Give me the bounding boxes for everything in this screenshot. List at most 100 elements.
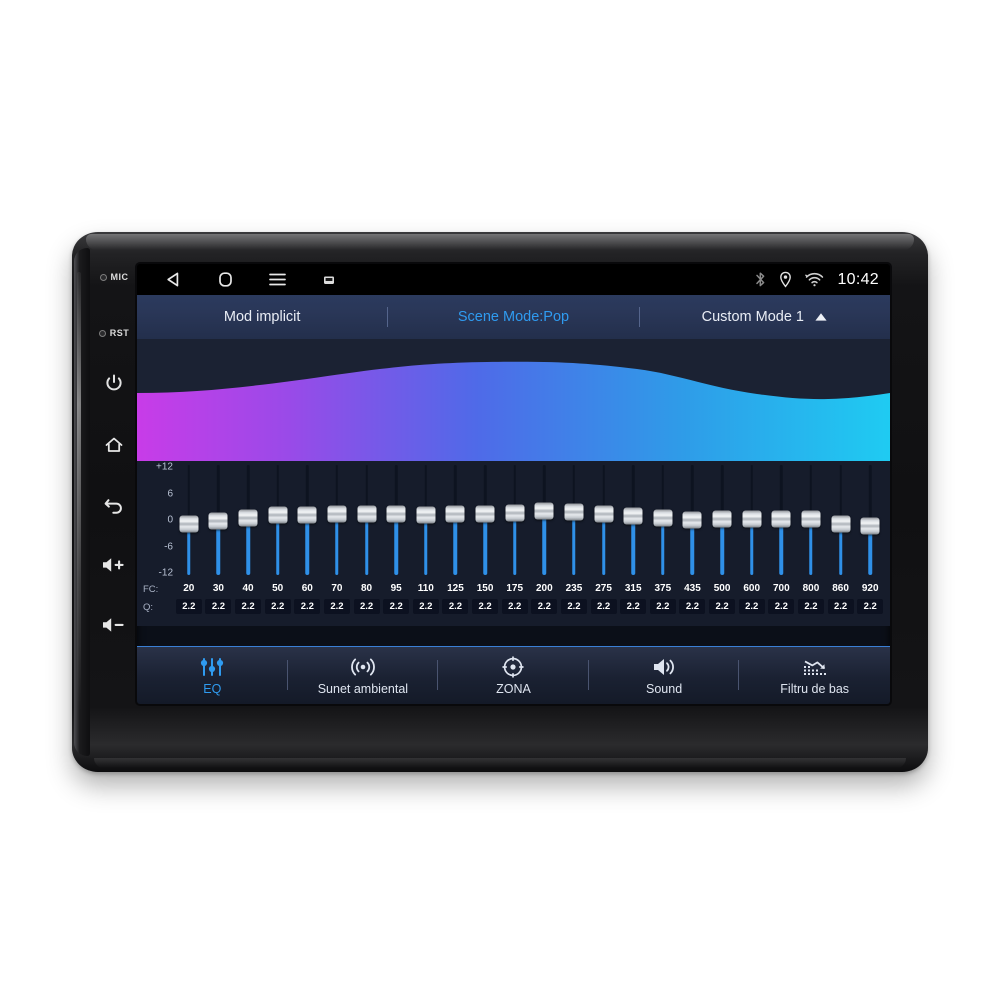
slider-thumb[interactable] [564, 503, 584, 521]
slider-thumb[interactable] [297, 506, 317, 524]
band-q-value[interactable]: 2.2 [264, 599, 291, 614]
band-q-value[interactable]: 2.2 [205, 599, 232, 614]
bottom-tab-bar[interactable]: EQ Sunet ambiental ZONA Sound Filtru de … [137, 646, 890, 704]
band-q-value[interactable]: 2.2 [827, 599, 854, 614]
reset-button[interactable]: RST [92, 324, 136, 342]
slider-thumb[interactable] [238, 509, 258, 527]
band-q-value[interactable]: 2.2 [560, 599, 587, 614]
band-q-value[interactable]: 2.2 [353, 599, 380, 614]
custom-mode-button[interactable]: Custom Mode 1 [640, 295, 890, 339]
volume-up-button[interactable] [92, 554, 136, 576]
band-frequency-value[interactable]: 70 [324, 583, 350, 594]
band-frequency-value[interactable]: 95 [383, 583, 409, 594]
slider-thumb[interactable] [268, 506, 288, 524]
band-frequency-value[interactable]: 175 [502, 583, 528, 594]
band-q-value[interactable]: 2.2 [383, 599, 410, 614]
nav-menu-button[interactable] [251, 264, 303, 295]
slider-thumb[interactable] [860, 517, 880, 535]
slider-thumb[interactable] [653, 509, 673, 527]
tab-zona[interactable]: ZONA [438, 647, 589, 704]
sound-mode-bar: Mod implicit Scene Mode:Pop Custom Mode … [137, 295, 890, 340]
band-frequency-value[interactable]: 315 [620, 583, 646, 594]
band-frequency-value[interactable]: 60 [294, 583, 320, 594]
home-button[interactable] [92, 434, 136, 456]
band-frequency-value[interactable]: 500 [709, 583, 735, 594]
band-frequency-value[interactable]: 125 [442, 583, 468, 594]
band-q-value[interactable]: 2.2 [857, 599, 884, 614]
band-q-value[interactable]: 2.2 [768, 599, 795, 614]
band-q-value[interactable]: 2.2 [501, 599, 528, 614]
band-frequency-value[interactable]: 40 [235, 583, 261, 594]
band-frequency-value[interactable]: 600 [739, 583, 765, 594]
band-frequency-value[interactable]: 110 [413, 583, 439, 594]
touchscreen[interactable]: 10:42 Mod implicit Scene Mode:Pop Custom… [137, 264, 890, 704]
slider-thumb[interactable] [623, 507, 643, 525]
slider-thumb[interactable] [357, 505, 377, 523]
nav-screenshot-button[interactable] [303, 264, 355, 295]
equalizer-panel[interactable]: +12 6 0 -6 -12 FC: 20 30 40 50 60 70 80 95 110 125 150… [137, 461, 890, 626]
band-frequency-value[interactable]: 800 [798, 583, 824, 594]
band-frequency-value[interactable]: 235 [561, 583, 587, 594]
slider-thumb[interactable] [534, 502, 554, 520]
band-frequency-value[interactable]: 30 [205, 583, 231, 594]
volume-down-button[interactable] [92, 614, 136, 636]
caret-up-icon[interactable] [814, 312, 828, 322]
tab-eq[interactable]: EQ [137, 647, 288, 704]
slider-thumb[interactable] [831, 515, 851, 533]
slider-thumb[interactable] [327, 505, 347, 523]
band-q-value[interactable]: 2.2 [235, 599, 262, 614]
slider-thumb[interactable] [771, 510, 791, 528]
band-q-value[interactable]: 2.2 [175, 599, 202, 614]
band-q-value[interactable]: 2.2 [797, 599, 824, 614]
slider-thumb[interactable] [682, 511, 702, 529]
band-frequency-value[interactable]: 860 [828, 583, 854, 594]
band-frequency-value[interactable]: 700 [768, 583, 794, 594]
slider-thumb[interactable] [208, 512, 228, 530]
slider-thumb[interactable] [179, 515, 199, 533]
band-frequency-value[interactable]: 375 [650, 583, 676, 594]
band-q-value[interactable]: 2.2 [294, 599, 321, 614]
band-q-value[interactable]: 2.2 [649, 599, 676, 614]
band-frequency-value[interactable]: 50 [265, 583, 291, 594]
slider-thumb[interactable] [742, 510, 762, 528]
band-frequency-value[interactable]: 20 [176, 583, 202, 594]
scene-mode-button[interactable]: Scene Mode:Pop [388, 295, 638, 339]
band-frequency-value[interactable]: 150 [472, 583, 498, 594]
band-frequency-value[interactable]: 920 [857, 583, 883, 594]
slider-fill [572, 512, 576, 575]
slider-thumb[interactable] [505, 504, 525, 522]
band-q-value[interactable]: 2.2 [442, 599, 469, 614]
slider-thumb[interactable] [801, 510, 821, 528]
slider-thumb[interactable] [712, 510, 732, 528]
nav-home-button[interactable] [199, 264, 251, 295]
tab-filtru-de-bas[interactable]: Filtru de bas [739, 647, 890, 704]
band-frequency-value[interactable]: 200 [531, 583, 557, 594]
band-q-value[interactable]: 2.2 [620, 599, 647, 614]
tab-sound[interactable]: Sound [589, 647, 740, 704]
band-q-value[interactable]: 2.2 [738, 599, 765, 614]
android-status-bar: 10:42 [137, 264, 890, 295]
tab-sunet-ambiental[interactable]: Sunet ambiental [288, 647, 439, 704]
slider-thumb[interactable] [594, 505, 614, 523]
slider-thumb[interactable] [416, 506, 436, 524]
band-frequency-value[interactable]: 435 [679, 583, 705, 594]
slider-thumb[interactable] [475, 505, 495, 523]
nav-back-button[interactable] [147, 264, 199, 295]
slider-thumb[interactable] [386, 505, 406, 523]
band-q-value[interactable]: 2.2 [590, 599, 617, 614]
android-nav-buttons [137, 264, 355, 295]
default-mode-label: Mod implicit [223, 309, 301, 325]
band-q-value[interactable]: 2.2 [412, 599, 439, 614]
power-button[interactable] [92, 372, 136, 394]
band-q-value[interactable]: 2.2 [531, 599, 558, 614]
default-mode-button[interactable]: Mod implicit [137, 295, 387, 339]
band-frequency-value[interactable]: 80 [354, 583, 380, 594]
band-frequency-value[interactable]: 275 [591, 583, 617, 594]
band-q-value[interactable]: 2.2 [323, 599, 350, 614]
q-row-label: Q: [143, 602, 154, 613]
band-q-value[interactable]: 2.2 [679, 599, 706, 614]
slider-thumb[interactable] [445, 505, 465, 523]
band-q-value[interactable]: 2.2 [709, 599, 736, 614]
back-button[interactable] [92, 494, 136, 516]
band-q-value[interactable]: 2.2 [472, 599, 499, 614]
